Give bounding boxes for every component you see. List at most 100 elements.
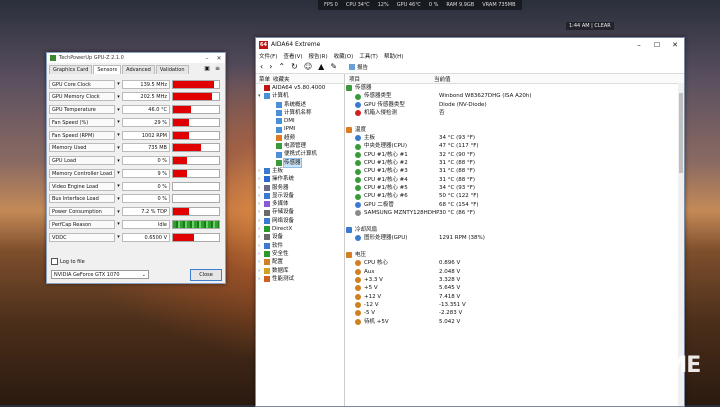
tab-menu[interactable]: 菜单 (256, 75, 270, 83)
tree-item[interactable]: 计算机名称 (256, 109, 344, 117)
tree-item[interactable]: › 存储设备 (256, 208, 344, 216)
aida64-window[interactable]: 64 AIDA64 Extreme – ☐ ✕ 文件(F) 查看(V) 报告(R) 收… (255, 37, 685, 407)
tab-sensors[interactable]: Sensors (93, 65, 122, 74)
tree-item[interactable]: › 软件 (256, 242, 344, 250)
tab-validation[interactable]: Validation (155, 65, 189, 74)
chevron-down-icon[interactable]: ▾ (115, 94, 122, 100)
section-header[interactable]: 冷却风扇 (346, 226, 684, 234)
tree-item[interactable]: › 主板 (256, 167, 344, 175)
table-row[interactable]: +12 V 7.418 V (346, 293, 684, 301)
chevron-down-icon[interactable]: ▾ (115, 81, 122, 87)
menu-item[interactable]: 文件(F) (259, 52, 277, 60)
table-row[interactable]: -12 V -13.351 V (346, 301, 684, 309)
sensor-label[interactable]: GPU Core Clock (49, 79, 115, 89)
table-row[interactable]: Aux 2.048 V (346, 268, 684, 276)
chevron-down-icon[interactable]: ▾ (115, 119, 122, 125)
section-header[interactable]: 传感器 (346, 84, 684, 92)
tree-item[interactable]: ▾ 计算机 (256, 92, 344, 100)
menu-item[interactable]: 工具(T) (359, 52, 378, 60)
tree-item[interactable]: › DirectX (256, 225, 344, 233)
sensor-label[interactable]: PerfCap Reason (49, 219, 115, 229)
table-row[interactable]: CPU #1/核心 #5 34 °C (93 °F) (346, 184, 684, 192)
sensor-label[interactable]: GPU Temperature (49, 105, 115, 114)
table-row[interactable]: SAMSUNG MZNTY128HDHP... 30 °C (86 °F) (346, 209, 684, 217)
chevron-down-icon[interactable]: ▾ (115, 132, 122, 138)
tree-item[interactable]: AIDA64 v5.80.4000 (256, 84, 344, 92)
tree-item[interactable]: › 服务器 (256, 184, 344, 192)
device-select[interactable]: NVIDIA GeForce GTX 1070 ⌄ (51, 270, 149, 279)
column-value[interactable]: 当前值 (431, 75, 451, 83)
sensor-label[interactable]: VDDC (49, 232, 115, 242)
close-icon[interactable]: ✕ (213, 55, 225, 62)
aida-titlebar[interactable]: 64 AIDA64 Extreme – ☐ ✕ (256, 38, 684, 51)
chevron-down-icon[interactable]: ▾ (115, 183, 122, 189)
table-row[interactable]: +5 V 5.645 V (346, 284, 684, 292)
menu-item[interactable]: 帮助(H) (384, 52, 403, 60)
gpuz-titlebar[interactable]: TechPowerUp GPU-Z 2.1.0 – ✕ (47, 53, 225, 63)
close-button[interactable]: Close (190, 269, 222, 281)
tree-item[interactable]: › 网络设备 (256, 217, 344, 225)
table-row[interactable]: CPU #1/核心 #1 32 °C (90 °F) (346, 151, 684, 159)
table-row[interactable]: 待机 +5V 5.042 V (346, 318, 684, 326)
table-row[interactable]: 传感器类型 Winbond W83627DHG (ISA A20h) (346, 92, 684, 100)
chevron-down-icon[interactable]: ▾ (115, 145, 122, 151)
table-row[interactable]: 图形处理器(GPU) 1291 RPM (38%) (346, 234, 684, 242)
user-icon[interactable]: ☺ (304, 62, 312, 71)
column-item[interactable]: 项目 (346, 75, 431, 83)
table-row[interactable]: CPU #1/核心 #4 31 °C (88 °F) (346, 176, 684, 184)
gpuz-window[interactable]: TechPowerUp GPU-Z 2.1.0 – ✕ Graphics Car… (46, 52, 226, 284)
tree-item[interactable]: › 数据库 (256, 267, 344, 275)
tree-item[interactable]: IPMI (256, 125, 344, 133)
tree-item[interactable]: › 设备 (256, 233, 344, 241)
menu-icon[interactable]: ≡ (215, 65, 220, 74)
chevron-down-icon[interactable]: ▾ (115, 209, 122, 215)
tree-item[interactable]: › 操作系统 (256, 175, 344, 183)
table-row[interactable]: 中央处理器(CPU) 47 °C (117 °F) (346, 142, 684, 150)
chevron-down-icon[interactable]: ▾ (115, 221, 122, 227)
table-row[interactable]: 机箱入侵检测 否 (346, 109, 684, 117)
tree-item[interactable]: › 性能测试 (256, 275, 344, 283)
table-row[interactable]: CPU #1/核心 #6 50 °C (122 °F) (346, 192, 684, 200)
sensor-label[interactable]: Fan Speed (RPM) (49, 130, 115, 140)
tree-item[interactable]: › 多媒体 (256, 200, 344, 208)
tree-item[interactable]: 系统概述 (256, 101, 344, 109)
menu-item[interactable]: 报告(R) (309, 52, 328, 60)
chevron-down-icon[interactable]: ▾ (115, 170, 122, 176)
tab-advanced[interactable]: Advanced (122, 65, 155, 74)
minimize-icon[interactable]: – (630, 41, 648, 49)
forward-icon[interactable]: › (269, 62, 272, 71)
sensor-label[interactable]: Memory Used (49, 143, 115, 153)
menu-item[interactable]: 查看(V) (283, 52, 302, 60)
sensor-label[interactable]: GPU Load (49, 156, 115, 165)
table-row[interactable]: -5 V -2.283 V (346, 309, 684, 317)
tree-item[interactable]: › 配置 (256, 258, 344, 266)
camera-icon[interactable]: ▣ (204, 65, 210, 74)
chevron-down-icon[interactable]: ▾ (115, 196, 122, 202)
log-to-file-row[interactable]: Log to file (51, 258, 85, 265)
refresh-icon[interactable]: ↻ (291, 62, 298, 71)
chevron-down-icon[interactable]: ▾ (115, 107, 122, 113)
chart-icon[interactable]: ▲ (318, 62, 324, 71)
tree-item[interactable]: DMI (256, 117, 344, 125)
menu-item[interactable]: 收藏(O) (334, 52, 354, 60)
tree-item[interactable]: 超频 (256, 134, 344, 142)
chevron-down-icon[interactable]: ▾ (115, 158, 122, 164)
sensor-label[interactable]: Bus Interface Load (49, 194, 115, 204)
report-button[interactable]: 报告 (349, 63, 368, 71)
tree-item[interactable]: › 安全性 (256, 250, 344, 258)
wrench-icon[interactable]: ✎ (330, 62, 337, 71)
sensor-label[interactable]: Power Consumption (49, 207, 115, 216)
tab-graphics-card[interactable]: Graphics Card (49, 65, 93, 74)
tab-favorites[interactable]: 收藏夹 (270, 75, 290, 83)
table-row[interactable]: CPU #1/核心 #2 31 °C (88 °F) (346, 159, 684, 167)
sensor-label[interactable]: Memory Controller Load (49, 168, 115, 178)
sensor-label[interactable]: GPU Memory Clock (49, 92, 115, 102)
tree-item[interactable]: 便携式计算机 (256, 150, 344, 158)
table-row[interactable]: GPU 传感器类型 Diode (NV-Diode) (346, 101, 684, 109)
back-icon[interactable]: ‹ (260, 62, 263, 71)
table-row[interactable]: 主板 34 °C (93 °F) (346, 134, 684, 142)
table-row[interactable]: CPU 核心 0.896 V (346, 259, 684, 267)
chevron-down-icon[interactable]: ▾ (115, 234, 122, 240)
table-row[interactable]: CPU #1/核心 #3 31 °C (88 °F) (346, 167, 684, 175)
table-row[interactable]: +3.3 V 3.328 V (346, 276, 684, 284)
